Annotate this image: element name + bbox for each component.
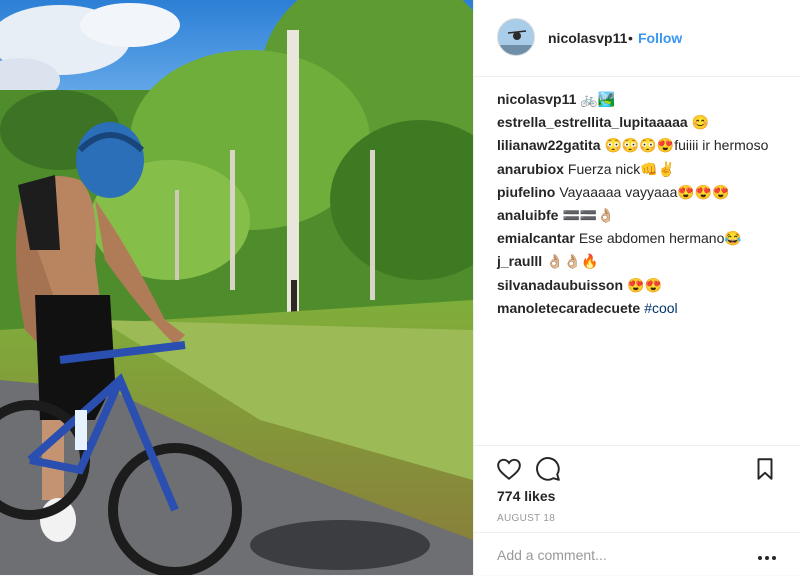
comment-item: lilianaw22gatita 😳😳😳😍fuiiii ir hermoso bbox=[497, 134, 787, 157]
add-comment-input[interactable] bbox=[497, 547, 747, 563]
hashtag-link[interactable]: #cool bbox=[644, 300, 677, 316]
comment-username[interactable]: estrella_estrellita_lupitaaaaa bbox=[497, 114, 688, 130]
comments-list: nicolasvp11 🚲🏞️ estrella_estrellita_lupit… bbox=[497, 88, 787, 320]
avatar[interactable] bbox=[497, 18, 535, 56]
comment-item: j_raulll 👌🏼👌🏼🔥 bbox=[497, 250, 787, 273]
heart-icon-glyph bbox=[497, 458, 521, 480]
post-photo[interactable] bbox=[0, 0, 473, 575]
comment-username[interactable]: silvanadaubuisson bbox=[497, 277, 623, 293]
comment-item: anarubiox Fuerza nick👊✌️ bbox=[497, 158, 787, 181]
post-photo-image bbox=[0, 0, 473, 575]
comment-item: manoletecaradecuete #cool bbox=[497, 297, 787, 320]
comment-text: 😳😳😳😍fuiiii ir hermoso bbox=[604, 137, 769, 154]
likes-count[interactable]: 774 likes bbox=[497, 488, 555, 504]
post-actions bbox=[474, 445, 800, 481]
comment-text: 🟰🟰👌🏼 bbox=[562, 206, 615, 223]
heart-icon[interactable] bbox=[496, 456, 522, 482]
bookmark-icon[interactable] bbox=[752, 456, 778, 482]
post-sidebar: nicolasvp11 • Follow nicolasvp11 🚲🏞️ estr… bbox=[473, 0, 800, 575]
comment-text: Fuerza nick👊✌️ bbox=[567, 160, 676, 177]
comment-item: silvanadaubuisson 😍😍 bbox=[497, 274, 787, 297]
comment-username[interactable]: j_raulll bbox=[497, 253, 542, 269]
comment-text: 😊 bbox=[691, 114, 710, 131]
header-separator: • bbox=[628, 30, 633, 46]
comment-item: estrella_estrellita_lupitaaaaa 😊 bbox=[497, 111, 787, 134]
comment-username[interactable]: anarubiox bbox=[497, 161, 564, 177]
follow-button[interactable]: Follow bbox=[638, 30, 682, 46]
comment-username[interactable]: manoletecaradecuete bbox=[497, 300, 640, 316]
post-date: AUGUST 18 bbox=[497, 513, 556, 524]
post-header: nicolasvp11 • Follow bbox=[474, 0, 800, 77]
comment-item: analuibfe 🟰🟰👌🏼 bbox=[497, 204, 787, 227]
instagram-post: nicolasvp11 • Follow nicolasvp11 🚲🏞️ estr… bbox=[0, 0, 800, 575]
comment-item: piufelino Vayaaaaa vayyaaa😍😍😍 bbox=[497, 181, 787, 204]
post-author-username[interactable]: nicolasvp11 bbox=[548, 30, 627, 46]
comment-item: nicolasvp11 🚲🏞️ bbox=[497, 88, 787, 111]
comment-text: Ese abdomen hermano😂 bbox=[578, 230, 742, 247]
comment-username[interactable]: emialcantar bbox=[497, 230, 575, 246]
speech-bubble-icon-glyph bbox=[536, 457, 560, 481]
ellipsis-icon[interactable] bbox=[757, 555, 777, 561]
avatar-image bbox=[498, 19, 534, 55]
comment-text: Vayaaaaa vayyaaa😍😍😍 bbox=[559, 183, 730, 200]
comment-username[interactable]: piufelino bbox=[497, 184, 555, 200]
comment-text: 😍😍 bbox=[627, 276, 662, 293]
comment-username[interactable]: nicolasvp11 bbox=[497, 91, 576, 107]
comment-text: 🚲🏞️ bbox=[580, 91, 616, 107]
add-comment-bar bbox=[474, 532, 800, 576]
comment-username[interactable]: analuibfe bbox=[497, 207, 558, 223]
bookmark-icon-glyph bbox=[757, 458, 773, 480]
comment-username[interactable]: lilianaw22gatita bbox=[497, 137, 600, 153]
comment-text: 👌🏼👌🏼🔥 bbox=[546, 253, 599, 270]
comment-item: emialcantar Ese abdomen hermano😂 bbox=[497, 227, 787, 250]
speech-bubble-icon[interactable] bbox=[535, 456, 561, 482]
